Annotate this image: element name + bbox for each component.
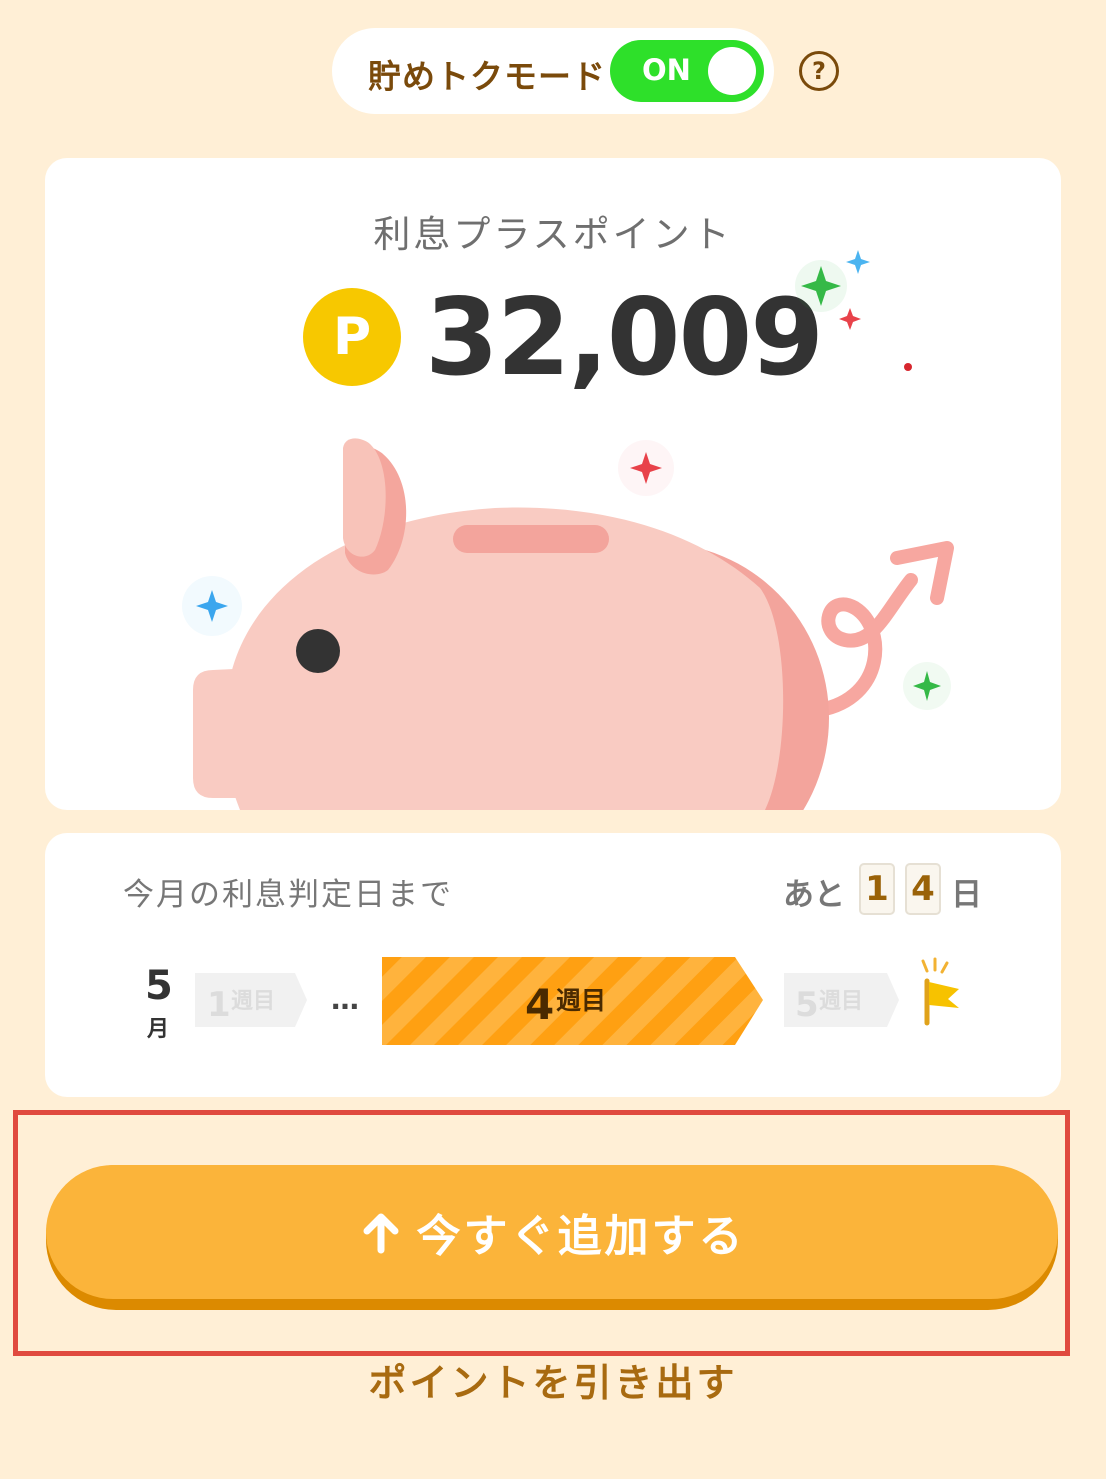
week-5-unit: 週目 (819, 989, 863, 1014)
withdraw-points-link[interactable]: ポイントを引き出す (0, 1352, 1106, 1407)
piggy-bank-icon (182, 250, 954, 810)
week-4-unit: 週目 (556, 986, 606, 1015)
week-1-number: 1 (207, 985, 231, 1025)
mode-toggle-pill: 貯めトクモード ON (332, 28, 774, 114)
week-1-unit: 週目 (231, 989, 275, 1014)
countdown-card: 今月の利息判定日まで あと 1 4 日 5 月 1 週目 … 4 週目 5 週目 (45, 833, 1061, 1097)
add-now-button[interactable]: 今すぐ追加する (46, 1165, 1058, 1310)
goal-flag-icon (921, 957, 959, 1026)
toggle-knob (708, 47, 756, 95)
add-now-label: 今すぐ追加する (416, 1211, 746, 1262)
week-chip-current: 4 週目 (382, 957, 763, 1045)
week-chip-1: 1 週目 (195, 973, 307, 1027)
mode-label: 貯めトクモード (368, 57, 606, 96)
arrow-up-icon (363, 1213, 398, 1254)
toggle-state-text: ON (642, 53, 691, 87)
week-timeline: 1 週目 … 4 週目 5 週目 (195, 957, 959, 1045)
points-card: 利息プラスポイント P 32,009 (45, 158, 1061, 810)
week-chip-5: 5 週目 (784, 973, 899, 1027)
week-4-number: 4 (525, 980, 554, 1029)
week-ellipsis: … (331, 983, 359, 1016)
week-5-number: 5 (795, 985, 819, 1025)
question-circle-icon[interactable]: ? (799, 51, 839, 91)
add-now-button-face[interactable]: 今すぐ追加する (46, 1165, 1058, 1299)
mode-toggle-switch[interactable]: ON (610, 40, 764, 102)
